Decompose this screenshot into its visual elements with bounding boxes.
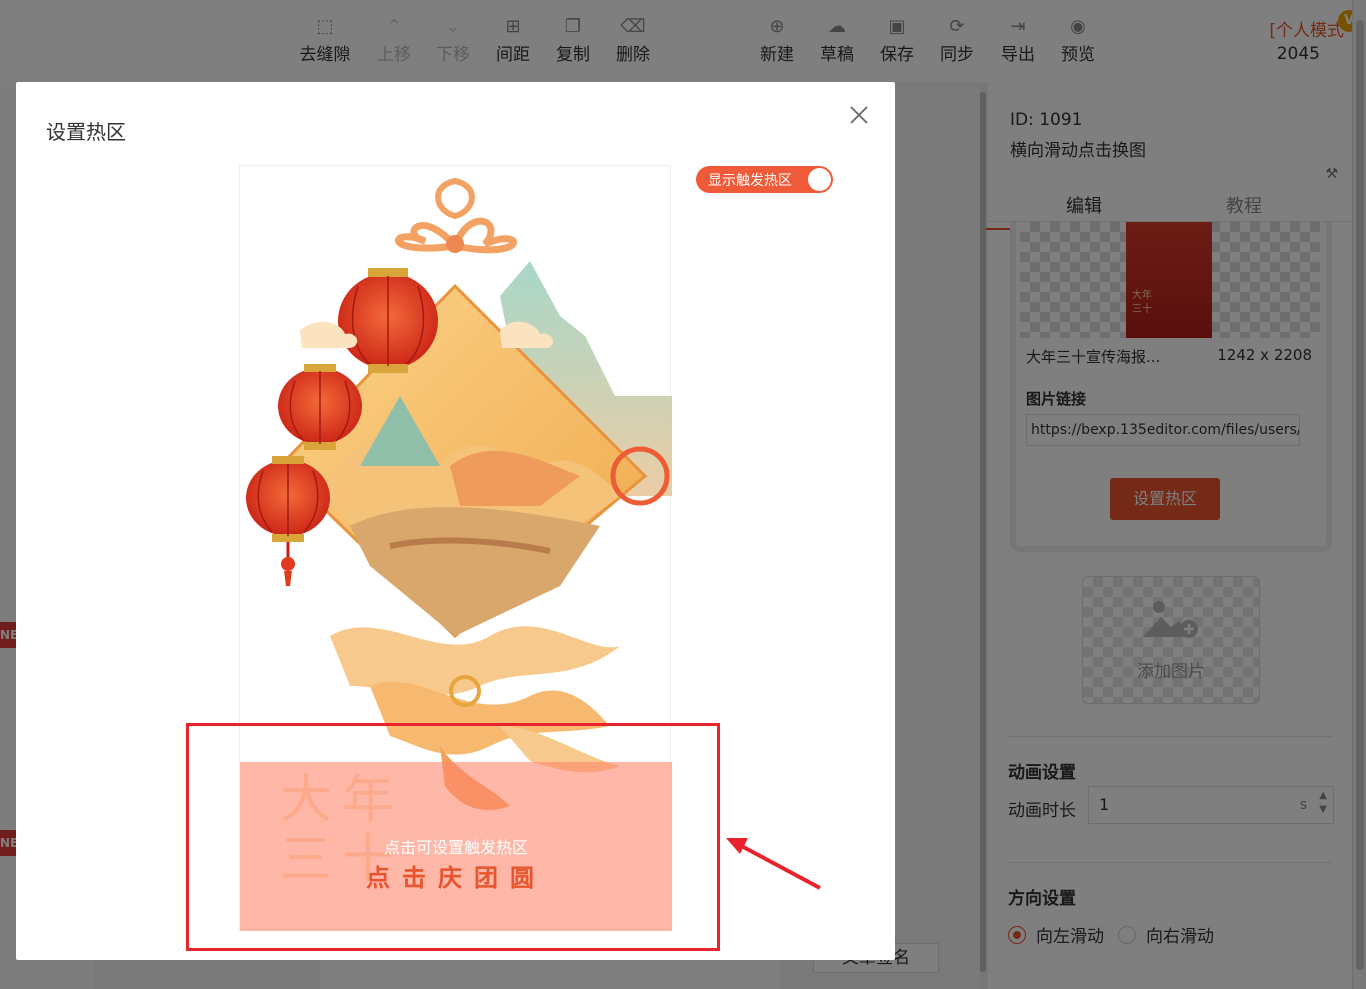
- toggle-knob: [808, 168, 831, 191]
- annotation-highlight-box: [186, 723, 720, 951]
- show-hotzone-toggle[interactable]: 显示触发热区: [696, 166, 833, 193]
- modal-title: 设置热区: [46, 120, 126, 144]
- close-icon[interactable]: [848, 104, 870, 126]
- annotation-arrow-icon: [726, 838, 821, 890]
